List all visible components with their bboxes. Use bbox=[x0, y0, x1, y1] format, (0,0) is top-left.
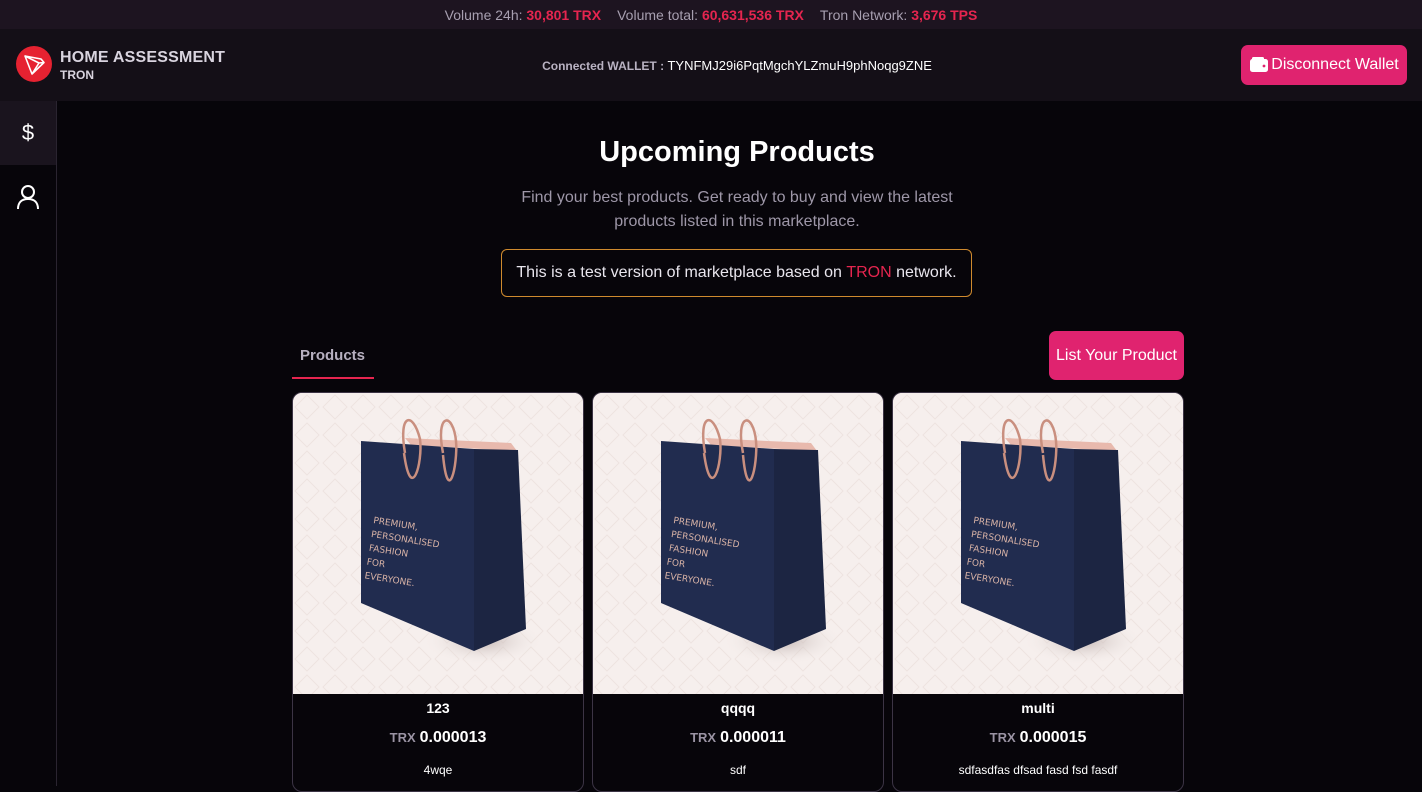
product-description: 4wqe bbox=[423, 763, 453, 777]
product-card[interactable]: PREMIUM, PERSONALISED FASHION FOR EVERYONE. … bbox=[592, 392, 884, 792]
product-name: qqqq bbox=[720, 700, 756, 716]
stats-bar: Volume 24h: 30,801 TRX Volume total: 60,… bbox=[0, 0, 1422, 29]
product-price-value: 0.000013 bbox=[419, 729, 487, 746]
wallet-address: TYNFMJ29i6PqtMgchYLZmuH9phNoqg9ZNE bbox=[667, 58, 932, 73]
product-description: sdfasdfas dfsad fasd fsd fasdf bbox=[958, 763, 1118, 777]
stat-volume-24h: Volume 24h: 30,801 TRX bbox=[445, 7, 601, 23]
product-price-value: 0.000015 bbox=[1019, 729, 1087, 746]
list-your-product-button[interactable]: List Your Product bbox=[1049, 331, 1184, 380]
product-price-value: 0.000011 bbox=[720, 729, 786, 746]
notice-text-post: network. bbox=[891, 264, 957, 281]
stat-network-value: 3,676 TPS bbox=[911, 6, 978, 23]
notice-text-pre: This is a test version of marketplace ba… bbox=[516, 264, 847, 281]
product-card[interactable]: PREMIUM, PERSONALISED FASHION FOR EVERYONE. … bbox=[292, 392, 584, 792]
product-image[interactable]: PREMIUM, PERSONALISED FASHION FOR EVERYONE. bbox=[593, 393, 883, 694]
wallet-label: Connected WALLET : bbox=[542, 59, 665, 73]
disconnect-wallet-label: Disconnect Wallet bbox=[1271, 56, 1399, 73]
stat-network-label: Tron Network: bbox=[819, 6, 908, 23]
product-card[interactable]: PREMIUM, PERSONALISED FASHION FOR EVERYONE. … bbox=[892, 392, 1184, 792]
stat-volume-total-label: Volume total: bbox=[617, 6, 699, 23]
product-price: TRX 0.000015 bbox=[893, 729, 1183, 747]
product-image[interactable]: PREMIUM, PERSONALISED FASHION FOR EVERYONE. bbox=[293, 393, 583, 694]
product-price-currency: TRX bbox=[690, 730, 717, 745]
stat-volume-total: Volume total: 60,631,536 TRX bbox=[617, 7, 804, 23]
stat-volume-24h-label: Volume 24h: bbox=[444, 6, 523, 23]
test-version-notice: This is a test version of marketplace ba… bbox=[501, 249, 972, 297]
wallet-icon bbox=[1250, 57, 1269, 72]
product-price-currency: TRX bbox=[989, 730, 1016, 745]
product-price: TRX 0.000011 bbox=[593, 729, 883, 747]
subtitle-line-1: Find your best products. Get ready to bu… bbox=[521, 189, 953, 206]
page-title: Upcoming Products bbox=[599, 136, 875, 168]
notice-tron-highlight: TRON bbox=[846, 264, 892, 281]
tab-products[interactable]: Products bbox=[292, 331, 374, 379]
product-description: sdf bbox=[729, 763, 746, 777]
header: HOME ASSESSMENT TRON Connected WALLET : … bbox=[0, 29, 1422, 101]
product-price-currency: TRX bbox=[389, 730, 416, 745]
product-price: TRX 0.000013 bbox=[293, 729, 583, 747]
product-image[interactable]: PREMIUM, PERSONALISED FASHION FOR EVERYONE. bbox=[893, 393, 1183, 694]
tab-products-label: Products bbox=[300, 347, 366, 364]
disconnect-wallet-button[interactable]: Disconnect Wallet bbox=[1241, 45, 1407, 85]
stat-volume-total-value: 60,631,536 TRX bbox=[701, 6, 804, 23]
connected-wallet: Connected WALLET : TYNFMJ29i6PqtMgchYLZm… bbox=[0, 58, 1422, 73]
subtitle-line-2: products listed in this marketplace. bbox=[614, 213, 860, 230]
page-subtitle: Find your best products. Get ready to bu… bbox=[0, 186, 1422, 234]
product-name: 123 bbox=[426, 700, 450, 716]
stat-volume-24h-value: 30,801 TRX bbox=[526, 6, 602, 23]
product-name: multi bbox=[1021, 700, 1055, 716]
stat-network: Tron Network: 3,676 TPS bbox=[820, 7, 977, 23]
